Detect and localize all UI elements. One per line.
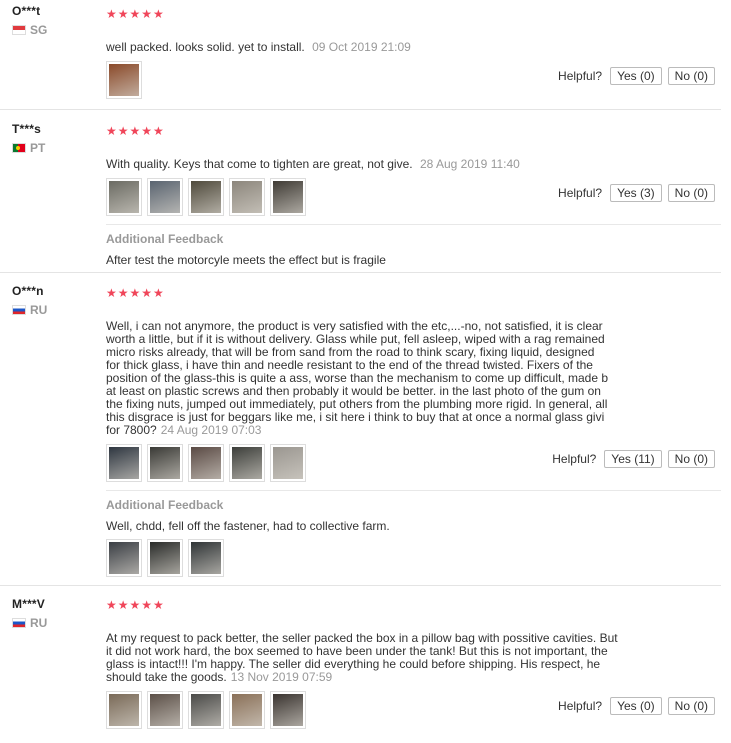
feedback-divider (106, 224, 721, 225)
review-text: Well, i can not anymore, the product is … (106, 320, 718, 437)
review-photo[interactable] (229, 444, 265, 482)
vote-yes-button[interactable]: Yes (11) (604, 450, 662, 468)
country-code: RU (30, 616, 48, 630)
review-date: 09 Oct 2019 21:09 (312, 40, 411, 54)
additional-feedback-text: Well, chdd, fell off the fastener, had t… (106, 519, 390, 533)
review-photo[interactable] (188, 178, 224, 216)
review-photo[interactable] (270, 691, 306, 729)
feedback-divider (106, 490, 721, 491)
flag-sg-icon (12, 25, 26, 35)
vote-yes-button[interactable]: Yes (0) (610, 697, 662, 715)
reviewer-name: O***n (12, 284, 44, 298)
review-photo[interactable] (106, 61, 142, 99)
review-divider (0, 585, 721, 586)
review-photo[interactable] (270, 444, 306, 482)
helpful-voting: Helpful? Yes (3) No (0) (558, 184, 715, 202)
star-rating: ★★★★★ (106, 124, 165, 138)
helpful-label: Helpful? (552, 452, 597, 466)
reviewer-name: O***t (12, 4, 41, 18)
review-date: 28 Aug 2019 11:40 (419, 157, 520, 171)
country-code: RU (30, 303, 48, 317)
reviewer-country: RU (12, 616, 102, 630)
review-body: well packed. looks solid. yet to install… (106, 40, 305, 54)
reviewer-info: O***n RU (12, 284, 102, 317)
helpful-voting: Helpful? Yes (11) No (0) (552, 450, 715, 468)
review-divider (0, 272, 721, 273)
reviewer-country: RU (12, 303, 102, 317)
helpful-voting: Helpful? Yes (0) No (0) (558, 67, 715, 85)
helpful-label: Helpful? (558, 699, 603, 713)
vote-yes-button[interactable]: Yes (3) (610, 184, 662, 202)
review-date: 24 Aug 2019 07:03 (160, 423, 262, 437)
review-body: With quality. Keys that come to tighten … (106, 157, 413, 171)
review-photo[interactable] (270, 178, 306, 216)
vote-no-button[interactable]: No (0) (667, 184, 715, 202)
review-photos (106, 178, 306, 216)
review-photo[interactable] (106, 444, 142, 482)
review-photos (106, 444, 306, 482)
additional-feedback-title: Additional Feedback (106, 498, 224, 512)
review-date: 13 Nov 2019 07:59 (230, 670, 333, 684)
review-photos (106, 61, 142, 99)
helpful-label: Helpful? (558, 186, 603, 200)
review-body-line: for 7800? (106, 423, 157, 437)
additional-feedback-text: After test the motorcyle meets the effec… (106, 253, 386, 267)
reviewer-country: PT (12, 141, 102, 155)
review-photo[interactable] (106, 691, 142, 729)
reviewer-info: O***t SG (12, 4, 102, 37)
review-photo[interactable] (147, 691, 183, 729)
helpful-label: Helpful? (558, 69, 603, 83)
vote-no-button[interactable]: No (0) (667, 67, 715, 85)
star-rating: ★★★★★ (106, 598, 165, 612)
feedback-photo[interactable] (147, 539, 183, 577)
review-photo[interactable] (188, 444, 224, 482)
review-photo[interactable] (106, 178, 142, 216)
vote-yes-button[interactable]: Yes (0) (610, 67, 662, 85)
review-text: With quality. Keys that come to tighten … (106, 158, 706, 171)
additional-feedback-title: Additional Feedback (106, 232, 224, 246)
flag-ru-icon (12, 305, 26, 315)
flag-ru-icon (12, 618, 26, 628)
review-photo[interactable] (147, 444, 183, 482)
review-photo[interactable] (229, 178, 265, 216)
review-photo[interactable] (188, 691, 224, 729)
review-text: well packed. looks solid. yet to install… (106, 41, 706, 54)
country-code: PT (30, 141, 46, 155)
review-text: At my request to pack better, the seller… (106, 632, 718, 684)
feedback-photo[interactable] (188, 539, 224, 577)
reviewer-country: SG (12, 23, 102, 37)
vote-no-button[interactable]: No (0) (667, 450, 715, 468)
feedback-photos (106, 539, 224, 577)
reviewer-info: M***V RU (12, 597, 102, 630)
review-photos (106, 691, 306, 729)
reviewer-name: M***V (12, 597, 46, 611)
reviewer-name: T***s (12, 122, 42, 136)
vote-no-button[interactable]: No (0) (667, 697, 715, 715)
review-photo[interactable] (147, 178, 183, 216)
country-code: SG (30, 23, 48, 37)
flag-pt-icon (12, 143, 26, 153)
star-rating: ★★★★★ (106, 286, 165, 300)
review-divider (0, 109, 721, 110)
star-rating: ★★★★★ (106, 7, 165, 21)
helpful-voting: Helpful? Yes (0) No (0) (558, 697, 715, 715)
feedback-photo[interactable] (106, 539, 142, 577)
review-photo[interactable] (229, 691, 265, 729)
reviewer-info: T***s PT (12, 122, 102, 155)
review-body-line: should take the goods. (106, 670, 227, 684)
